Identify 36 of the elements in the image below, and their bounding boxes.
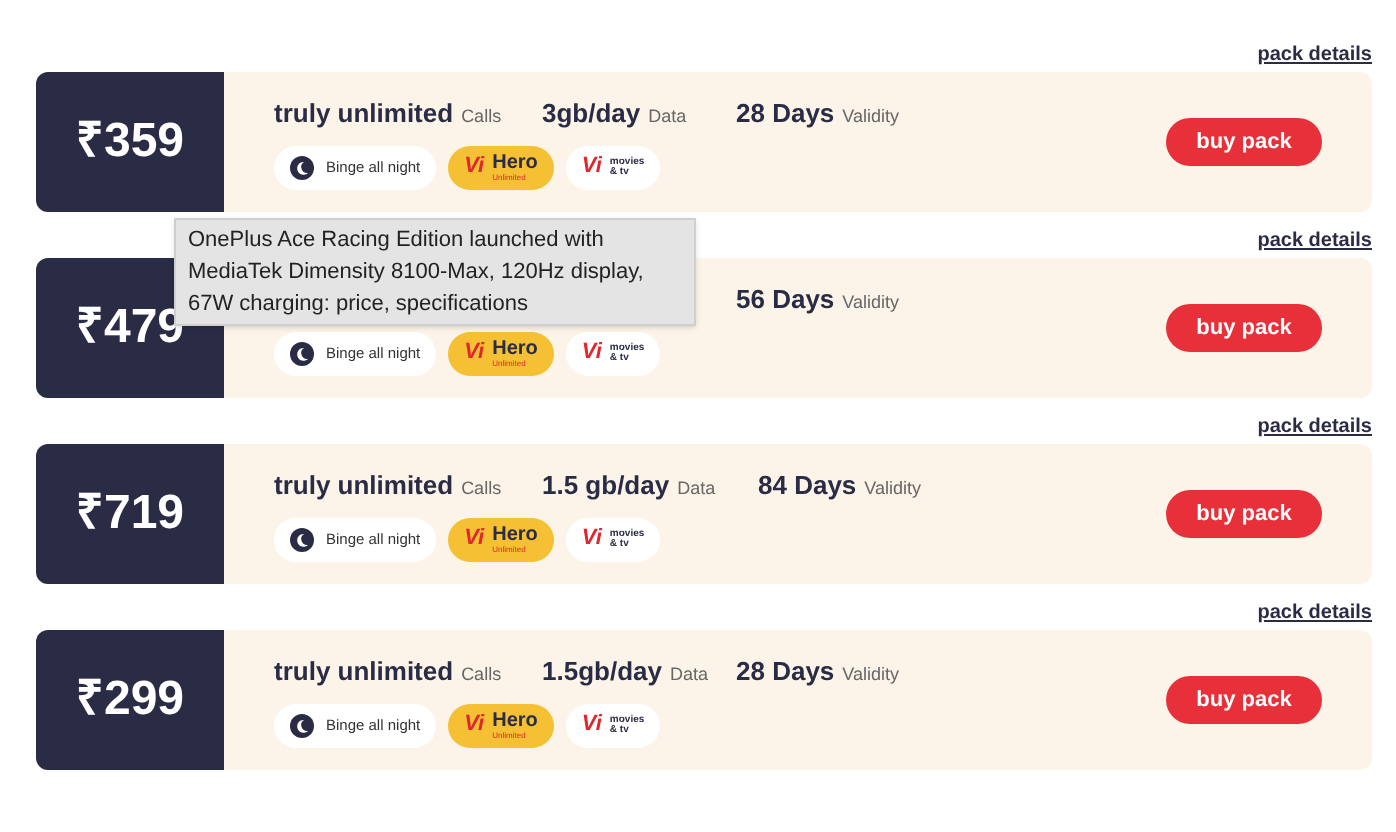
- pack-details-link[interactable]: pack details: [1257, 226, 1372, 258]
- validity-value: 28 Days: [736, 654, 835, 691]
- pack-details-link[interactable]: pack details: [1257, 40, 1372, 72]
- moon-icon: [290, 341, 314, 366]
- calls-value: truly unlimited: [274, 468, 454, 505]
- validity-value: 84 Days: [758, 468, 857, 505]
- pack-details-link[interactable]: pack details: [1257, 598, 1372, 630]
- price: ₹299: [75, 670, 185, 730]
- calls-label: Calls: [461, 104, 502, 131]
- calls-label: Calls: [461, 476, 502, 503]
- buy-pack-button[interactable]: buy pack: [1166, 490, 1322, 538]
- moon-icon: [290, 155, 314, 180]
- pack-details-link[interactable]: pack details: [1257, 412, 1372, 444]
- price: ₹719: [75, 484, 185, 544]
- validity-label: Validity: [864, 476, 922, 503]
- buy-pack-button[interactable]: buy pack: [1166, 118, 1322, 166]
- validity-value: 28 Days: [736, 96, 835, 133]
- calls-value: truly unlimited: [274, 654, 454, 691]
- buy-pack-button[interactable]: buy pack: [1166, 676, 1322, 724]
- data-label: Data: [648, 104, 687, 131]
- calls-label: Calls: [461, 662, 502, 689]
- buy-pack-button[interactable]: buy pack: [1166, 304, 1322, 352]
- data-value: 1.5gb/day: [542, 654, 662, 691]
- validity-value: 56 Days: [736, 282, 835, 319]
- validity-label: Validity: [842, 290, 900, 317]
- data-label: Data: [669, 662, 708, 689]
- data-value: 3gb/day: [542, 96, 641, 133]
- calls-value: truly unlimited: [274, 96, 454, 133]
- validity-label: Validity: [842, 104, 900, 131]
- data-label: Data: [677, 476, 716, 503]
- moon-icon: [290, 527, 314, 552]
- tooltip: OnePlus Ace Racing Edition launched with MediaTek Dimensity 8100-Max, 120Hz display, 67W charging: price, specifications: [174, 218, 696, 326]
- moon-icon: [290, 713, 314, 738]
- data-value: 1.5 gb/day: [542, 468, 670, 505]
- validity-label: Validity: [842, 662, 900, 689]
- price: ₹359: [75, 112, 185, 172]
